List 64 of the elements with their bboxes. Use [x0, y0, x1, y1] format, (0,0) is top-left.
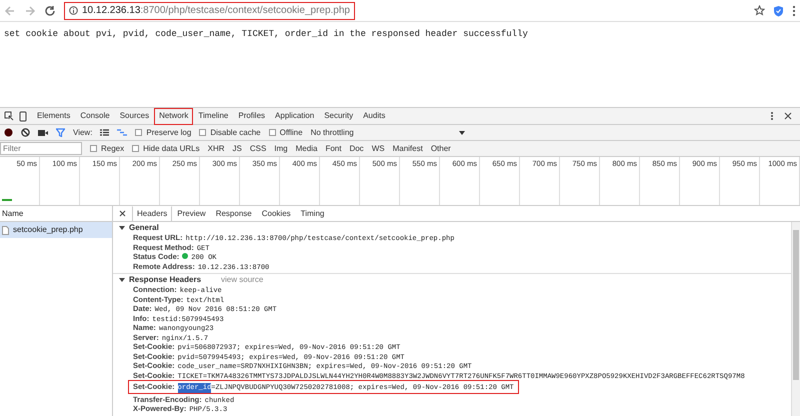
more-icon[interactable] [770, 111, 774, 121]
detail-tab[interactable]: Cookies [256, 206, 296, 221]
section-title[interactable]: Response Headers [129, 275, 202, 285]
url-field[interactable]: 10.12.236.13:8700/php/testcase/context/setcookie_prep.php [64, 2, 355, 20]
type-filter[interactable]: CSS [250, 142, 266, 154]
more-icon[interactable] [792, 4, 796, 16]
checkbox-label: Hide data URLs [143, 142, 200, 154]
shield-icon[interactable] [773, 4, 784, 16]
type-filter[interactable]: Other [430, 142, 451, 154]
devtools-tab[interactable]: Elements [32, 108, 76, 124]
devtools-tab[interactable]: Security [319, 108, 358, 124]
checkbox[interactable] [132, 145, 140, 152]
throttling-dropdown[interactable]: No throttling [310, 126, 451, 138]
checkbox-label: Disable cache [210, 126, 261, 138]
checkbox[interactable] [135, 129, 142, 136]
list-view-icon[interactable] [100, 129, 110, 136]
checkbox-label: Regex [101, 142, 124, 154]
close-icon[interactable] [119, 210, 126, 217]
record-icon[interactable] [4, 128, 13, 137]
info-icon [69, 6, 78, 15]
devtools-tab[interactable]: Network [154, 108, 194, 124]
device-icon[interactable] [19, 110, 27, 122]
view-label: View: [73, 126, 92, 138]
checkbox[interactable] [199, 129, 206, 136]
type-filter[interactable]: XHR [208, 142, 224, 154]
star-icon[interactable] [754, 5, 765, 16]
type-filter[interactable]: Doc [349, 142, 364, 154]
checkbox-label: Preserve log [146, 126, 192, 138]
type-filter[interactable]: Font [325, 142, 342, 154]
section-title[interactable]: General [129, 223, 159, 233]
devtools-tab[interactable]: Timeline [193, 108, 234, 124]
scrollbar[interactable] [791, 222, 800, 416]
devtools-tab[interactable]: Sources [114, 108, 154, 124]
page-text: set cookie about pvi, pvid, code_user_name, TICKET, order_id in the responsed header successfully [4, 28, 529, 41]
file-icon [2, 226, 9, 234]
type-filter[interactable]: Img [274, 142, 288, 154]
caret-icon[interactable] [458, 130, 465, 134]
detail-tab[interactable]: Preview [172, 206, 211, 221]
devtools-tab[interactable]: Console [75, 108, 115, 124]
expanded-caret-icon[interactable] [119, 225, 125, 231]
checkbox[interactable] [90, 145, 97, 152]
type-filter[interactable]: JS [232, 142, 242, 154]
filter-icon[interactable] [56, 128, 65, 137]
camera-icon[interactable] [38, 128, 48, 136]
inspect-icon[interactable] [4, 111, 14, 121]
request-row[interactable]: setcookie_prep.php [0, 222, 112, 238]
detail-tab[interactable]: Timing [296, 206, 330, 221]
checkbox[interactable] [268, 129, 276, 136]
type-filter[interactable]: Media [296, 142, 318, 154]
expanded-caret-icon[interactable] [119, 277, 125, 283]
clear-icon[interactable] [21, 128, 30, 137]
detail-tab[interactable]: Response [210, 206, 257, 221]
devtools-tab[interactable]: Audits [358, 108, 390, 124]
waterfall-view-icon[interactable] [117, 129, 128, 136]
devtools-tab[interactable]: Profiles [233, 108, 270, 124]
checkbox-label: Offline [280, 126, 303, 138]
reload-icon[interactable] [44, 4, 56, 16]
devtools-tab[interactable]: Application [270, 108, 320, 124]
type-filter[interactable]: WS [372, 142, 385, 154]
view-source-link[interactable]: view source [221, 275, 264, 285]
type-filter[interactable]: Manifest [392, 142, 423, 154]
filter-field[interactable]: Filter [0, 142, 82, 155]
close-icon[interactable] [784, 112, 792, 120]
detail-tab[interactable]: Headers [132, 206, 172, 221]
